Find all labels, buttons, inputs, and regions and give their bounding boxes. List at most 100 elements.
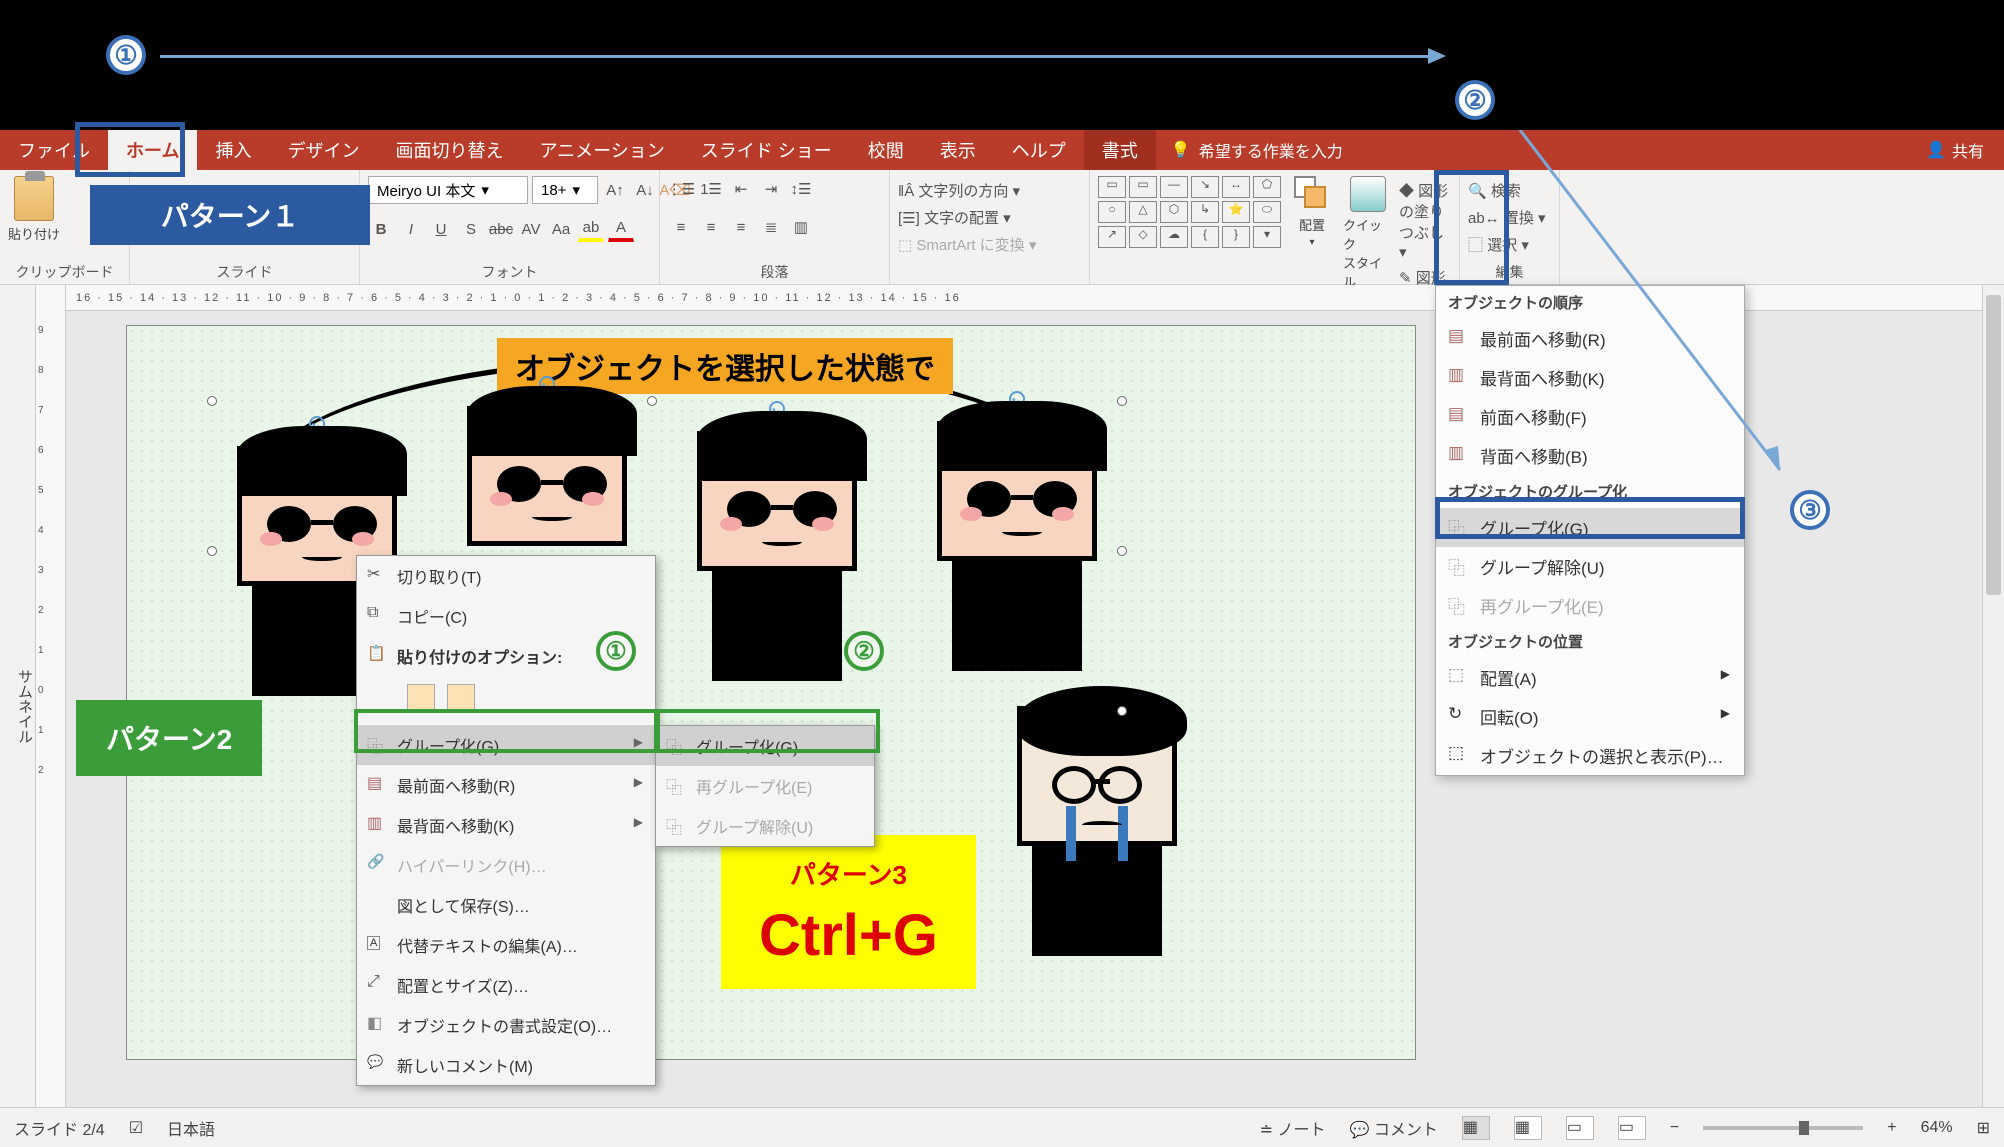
justify-button[interactable]: ≣ (758, 214, 784, 240)
paste-button[interactable]: 貼り付け (8, 176, 60, 243)
character-crying[interactable] (997, 706, 1197, 956)
fit-window-button[interactable]: ⊞ (1977, 1118, 1990, 1138)
format-icon (367, 1013, 387, 1031)
status-bar: スライド 2/4 ☑ 日本語 ≐ ノート 💬 コメント ▦ ▦ ▭ ▭ − + … (0, 1107, 2004, 1147)
highlight-button[interactable]: ab (578, 216, 604, 242)
arrange-selection-pane[interactable]: ⬚オブジェクトの選択と表示(P)… (1436, 736, 1744, 775)
bring-front-icon (1448, 326, 1468, 344)
group-label-paragraph: 段落 (668, 260, 881, 282)
comments-button[interactable]: 💬 コメント (1349, 1116, 1437, 1140)
tab-view[interactable]: 表示 (922, 130, 994, 170)
slideshow-view-button[interactable]: ▭ (1618, 1116, 1646, 1140)
character-2[interactable] (447, 406, 647, 546)
selection-handle[interactable] (207, 396, 217, 406)
spellcheck-icon[interactable]: ☑ (129, 1118, 143, 1138)
ctx-new-comment[interactable]: 新しいコメント(M) (357, 1045, 655, 1085)
comment-icon (367, 1053, 387, 1071)
italic-button[interactable]: I (398, 216, 424, 242)
zoom-in-button[interactable]: + (1887, 1119, 1896, 1137)
shrink-font-button[interactable]: A↓ (632, 177, 658, 203)
zoom-out-button[interactable]: − (1670, 1119, 1679, 1137)
bold-button[interactable]: B (368, 216, 394, 242)
arrange-align[interactable]: 配置(A)▶ (1436, 658, 1744, 697)
strike-button[interactable]: abc (488, 216, 514, 242)
group-font: Meiryo UI 本文▾ 18+▾ A↑ A↓ A⌫ B I U S abc … (360, 170, 660, 284)
group-paragraph: ⋮☰ 1☰ ⇤ ⇥ ↕☰ ≡ ≡ ≡ ≣ ▥ 段落 (660, 170, 890, 284)
indent-inc-button[interactable]: ⇥ (758, 176, 784, 202)
highlight-arrange-button (1434, 170, 1509, 285)
ctx-save-pic[interactable]: 図として保存(S)… (357, 885, 655, 925)
ctx-alt-text[interactable]: 代替テキストの編集(A)… (357, 925, 655, 965)
case-button[interactable]: Aa (548, 216, 574, 242)
character-4[interactable] (917, 421, 1117, 671)
vertical-ruler: 987 654 321 012 (36, 285, 66, 1107)
shadow-button[interactable]: S (458, 216, 484, 242)
paste-option-1-icon[interactable] (407, 684, 435, 712)
font-color-button[interactable]: A (608, 216, 634, 242)
selection-handle[interactable] (207, 546, 217, 556)
zoom-slider[interactable] (1703, 1126, 1863, 1130)
tab-slideshow[interactable]: スライド ショー (683, 130, 850, 170)
selection-handle[interactable] (647, 396, 657, 406)
arrange-ungroup[interactable]: グループ解除(U) (1436, 547, 1744, 586)
ctx-send-back[interactable]: 最背面へ移動(K)▶ (357, 805, 655, 845)
zoom-slider-knob[interactable] (1799, 1121, 1809, 1135)
scrollbar-thumb[interactable] (1986, 295, 2001, 595)
line-spacing-button[interactable]: ↕☰ (788, 176, 814, 202)
reading-view-button[interactable]: ▭ (1566, 1116, 1594, 1140)
annotation-arrow-2-3 (1500, 130, 1820, 490)
annotation-circle-1: ① (106, 35, 146, 75)
tab-insert[interactable]: 挿入 (197, 130, 269, 170)
chevron-down-icon: ▾ (481, 181, 489, 199)
underline-button[interactable]: U (428, 216, 454, 242)
columns-button[interactable]: ▥ (788, 214, 814, 240)
thumbnail-pane-toggle[interactable]: サムネイル (0, 285, 36, 1107)
grow-font-button[interactable]: A↑ (602, 177, 628, 203)
selection-handle[interactable] (1117, 706, 1127, 716)
arrange-regroup: 再グループ化(E) (1436, 586, 1744, 625)
quick-styles-button[interactable]: クイック スタイル (1343, 176, 1393, 291)
tab-format[interactable]: 書式 (1084, 130, 1156, 170)
ctx-size-pos[interactable]: 配置とサイズ(Z)… (357, 965, 655, 1005)
send-back-icon (1448, 365, 1468, 383)
normal-view-button[interactable]: ▦ (1462, 1116, 1490, 1140)
text-align-button[interactable]: [☰] 文字の配置 ▾ (898, 207, 1011, 228)
bullets-button[interactable]: ⋮☰ (668, 176, 694, 202)
selection-handle[interactable] (1117, 396, 1127, 406)
ctx-cut[interactable]: 切り取り(T) (357, 556, 655, 596)
submenu-arrow-icon: ▶ (1721, 706, 1730, 720)
sorter-view-button[interactable]: ▦ (1514, 1116, 1542, 1140)
share-button[interactable]: 👤 共有 (1906, 130, 2004, 170)
vertical-scrollbar[interactable] (1982, 285, 2004, 1107)
spacing-button[interactable]: AV (518, 216, 544, 242)
zoom-level[interactable]: 64% (1921, 1119, 1953, 1137)
align-right-button[interactable]: ≡ (728, 214, 754, 240)
regroup-icon (1448, 593, 1468, 611)
selection-handle[interactable] (1117, 546, 1127, 556)
tab-transitions[interactable]: 画面切り替え (377, 130, 521, 170)
arrange-rotate[interactable]: ↻回転(O)▶ (1436, 697, 1744, 736)
top-black-bar (0, 0, 2004, 130)
font-name-select[interactable]: Meiryo UI 本文▾ (368, 176, 528, 204)
font-size-select[interactable]: 18+▾ (532, 176, 598, 204)
indent-dec-button[interactable]: ⇤ (728, 176, 754, 202)
tab-review[interactable]: 校閲 (850, 130, 922, 170)
notes-button[interactable]: ≐ ノート (1260, 1116, 1326, 1140)
smartart-button[interactable]: ⬚ SmartArt に変換 ▾ (898, 234, 1036, 255)
paste-option-2-icon[interactable] (447, 684, 475, 712)
tab-help[interactable]: ヘルプ (994, 130, 1084, 170)
ctx-bring-front[interactable]: 最前面へ移動(R)▶ (357, 765, 655, 805)
tab-animations[interactable]: アニメーション (521, 130, 682, 170)
annotation-circle-2: ② (1455, 80, 1495, 120)
shapes-gallery[interactable]: ▭▭—↘↔⬠ ○△⬡↳⭐⬭ ↗◇☁{}▾ (1098, 176, 1281, 248)
ctx-copy[interactable]: コピー(C) (357, 596, 655, 636)
arrange-button[interactable]: 配置 ▾ (1287, 176, 1337, 248)
align-left-button[interactable]: ≡ (668, 214, 694, 240)
align-center-button[interactable]: ≡ (698, 214, 724, 240)
tab-design[interactable]: デザイン (269, 130, 377, 170)
ctx-sub-ungroup: グループ解除(U) (656, 806, 874, 846)
text-direction-button[interactable]: ‖Â 文字列の方向 ▾ (898, 180, 1020, 201)
language-status[interactable]: 日本語 (167, 1116, 215, 1140)
numbering-button[interactable]: 1☰ (698, 176, 724, 202)
ctx-format-obj[interactable]: オブジェクトの書式設定(O)… (357, 1005, 655, 1045)
